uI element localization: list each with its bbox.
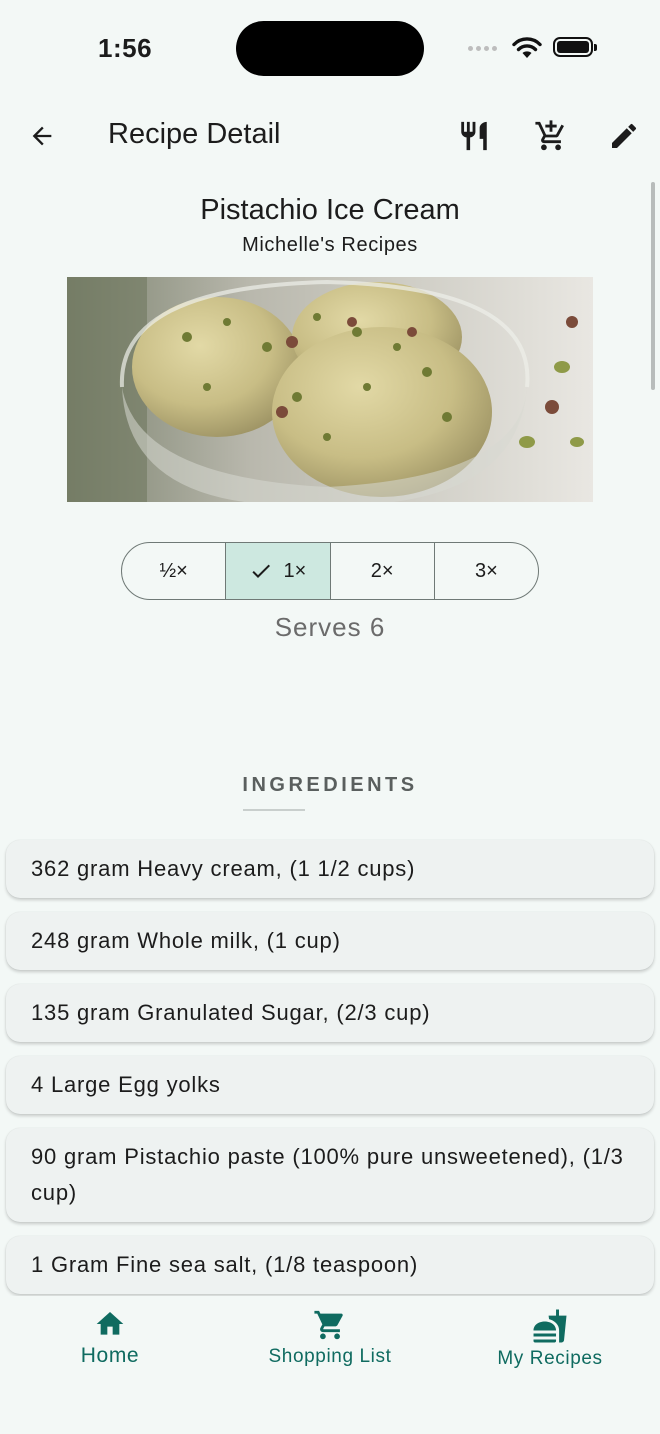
scale-option-label: 2× (370, 559, 394, 582)
status-bar: 1:56 (0, 0, 660, 96)
edit-recipe-button[interactable] (604, 116, 644, 156)
status-time: 1:56 (98, 33, 153, 63)
ingredient-text: 1 Gram Fine sea salt, (1/8 teaspoon) (31, 1252, 419, 1277)
edit-icon (612, 123, 637, 148)
scale-option-half[interactable]: ½× (122, 543, 227, 599)
app-bar: Recipe Detail (0, 100, 660, 172)
scale-option-2x[interactable]: 2× (331, 543, 435, 599)
nav-label: Shopping List (268, 1346, 392, 1367)
scale-option-1x[interactable]: 1× (226, 543, 331, 599)
wifi-icon (512, 37, 542, 58)
scrollbar[interactable] (651, 182, 655, 390)
ingredients-heading: INGREDIENTS (242, 774, 418, 796)
battery-icon (553, 37, 597, 57)
check-icon (252, 564, 271, 578)
cook-mode-button[interactable] (454, 116, 494, 156)
scale-option-label: 1× (283, 559, 307, 582)
nav-label: My Recipes (497, 1348, 603, 1369)
ingredient-item[interactable]: 248 gram Whole milk, (1 cup) (6, 912, 654, 970)
ingredient-item[interactable]: 4 Large Egg yolks (6, 1056, 654, 1114)
my-recipes-icon (533, 1309, 567, 1343)
heading-underline (243, 809, 305, 811)
nav-my-recipes[interactable]: My Recipes (440, 1308, 660, 1370)
page-title: Recipe Detail (108, 118, 281, 150)
scale-option-label: 3× (474, 559, 498, 582)
nav-home[interactable]: Home (0, 1308, 220, 1368)
home-icon (96, 1312, 124, 1335)
ingredient-item[interactable]: 1 Gram Fine sea salt, (1/8 teaspoon) (6, 1236, 654, 1294)
add-to-shopping-list-button[interactable] (531, 116, 571, 156)
ingredient-text: 135 gram Granulated Sugar, (2/3 cup) (31, 1000, 431, 1025)
scale-option-label: ½× (159, 559, 188, 582)
ingredient-text: 362 gram Heavy cream, (1 1/2 cups) (31, 856, 416, 881)
dynamic-island (236, 21, 424, 76)
ingredient-text: 90 gram Pistachio paste (100% pure unswe… (31, 1144, 624, 1205)
add-shopping-cart-icon (535, 120, 564, 151)
ingredient-item[interactable]: 135 gram Granulated Sugar, (2/3 cup) (6, 984, 654, 1042)
serving-scale-selector: ½× 1× 2× 3× (121, 542, 539, 600)
cellular-signal-icon (468, 46, 497, 51)
recipe-author: Michelle's Recipes (242, 234, 418, 256)
recipe-title: Pistachio Ice Cream (200, 194, 460, 226)
ingredient-item[interactable]: 90 gram Pistachio paste (100% pure unswe… (6, 1128, 654, 1222)
scale-option-3x[interactable]: 3× (435, 543, 538, 599)
ingredient-item[interactable]: 362 gram Heavy cream, (1 1/2 cups) (6, 840, 654, 898)
nav-label: Home (80, 1344, 140, 1367)
ingredient-text: 248 gram Whole milk, (1 cup) (31, 928, 341, 953)
ingredient-text: 4 Large Egg yolks (31, 1072, 221, 1097)
shopping-cart-icon (314, 1310, 343, 1340)
serves-count: Serves 6 (274, 612, 386, 642)
bottom-navigation: Home Shopping List My Recipes (0, 1296, 660, 1434)
restaurant-icon (461, 121, 487, 151)
arrow-back-icon (32, 126, 52, 146)
back-button[interactable] (24, 118, 60, 154)
nav-shopping-list[interactable]: Shopping List (220, 1308, 440, 1368)
recipe-photo (67, 277, 593, 502)
recipe-photo-image (67, 277, 593, 502)
